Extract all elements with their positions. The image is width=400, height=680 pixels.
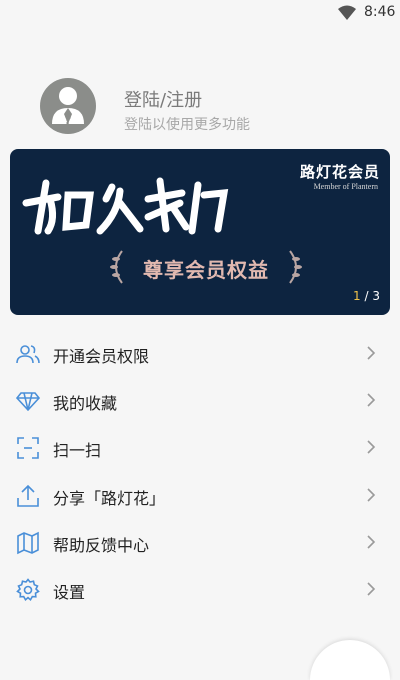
menu-item-membership[interactable]: 开通会员权限: [0, 330, 400, 377]
menu-item-scan[interactable]: 扫一扫: [0, 424, 400, 471]
chevron-right-icon: [367, 487, 376, 502]
banner-brand-en: Member of Plantern: [313, 182, 378, 191]
menu-item-share[interactable]: 分享「路灯花」: [0, 472, 400, 519]
svg-text:?: ?: [65, 113, 72, 127]
menu-label: 设置: [53, 582, 86, 602]
chevron-right-icon: [367, 393, 376, 407]
menu-item-settings[interactable]: 设置: [0, 566, 400, 613]
banner-brand: 路灯花会员: [299, 163, 380, 181]
banner-badge-text: 尊享会员权益: [143, 258, 269, 282]
chevron-right-icon: [367, 535, 376, 549]
status-time: 8:46: [364, 4, 396, 20]
floating-action-button[interactable]: [310, 640, 390, 680]
avatar[interactable]: ?: [40, 78, 96, 134]
pager-total: / 3: [360, 289, 381, 303]
users-icon: [16, 345, 40, 364]
menu-item-favorites[interactable]: 我的收藏: [0, 377, 400, 424]
membership-banner[interactable]: 路灯花会员 Member of Plantern 尊享会员权益 1 / 3: [10, 149, 390, 315]
status-bar: 8:46: [0, 0, 400, 26]
diamond-icon: [16, 392, 40, 412]
chevron-right-icon: [367, 440, 376, 454]
menu-label: 帮助反馈中心: [53, 535, 150, 555]
banner-pager: 1 / 3: [353, 289, 380, 303]
login-register-link[interactable]: 登陆/注册: [124, 86, 202, 112]
gear-icon: [16, 578, 40, 601]
wifi-icon: [338, 5, 356, 20]
menu-label: 分享「路灯花」: [53, 488, 166, 508]
menu-label: 扫一扫: [53, 441, 102, 461]
slogan-calligraphy: [22, 177, 229, 235]
share-upload-icon: [17, 484, 39, 507]
scan-icon: [17, 437, 39, 460]
menu-item-help[interactable]: 帮助反馈中心: [0, 519, 400, 566]
chevron-right-icon: [367, 346, 376, 360]
menu-label: 我的收藏: [53, 394, 118, 414]
menu-label: 开通会员权限: [53, 347, 150, 366]
profile-header[interactable]: ? 登陆/注册 登陆以使用更多功能: [0, 70, 400, 140]
pager-current: 1: [353, 289, 361, 303]
map-icon: [17, 531, 39, 555]
login-hint: 登陆以使用更多功能: [124, 117, 250, 133]
chevron-right-icon: [367, 582, 376, 596]
user-help-icon: ?: [52, 87, 84, 127]
menu-list: 开通会员权限 我的收藏 扫一扫 分享「路灯花」 帮助反馈中心 设置: [0, 330, 400, 613]
